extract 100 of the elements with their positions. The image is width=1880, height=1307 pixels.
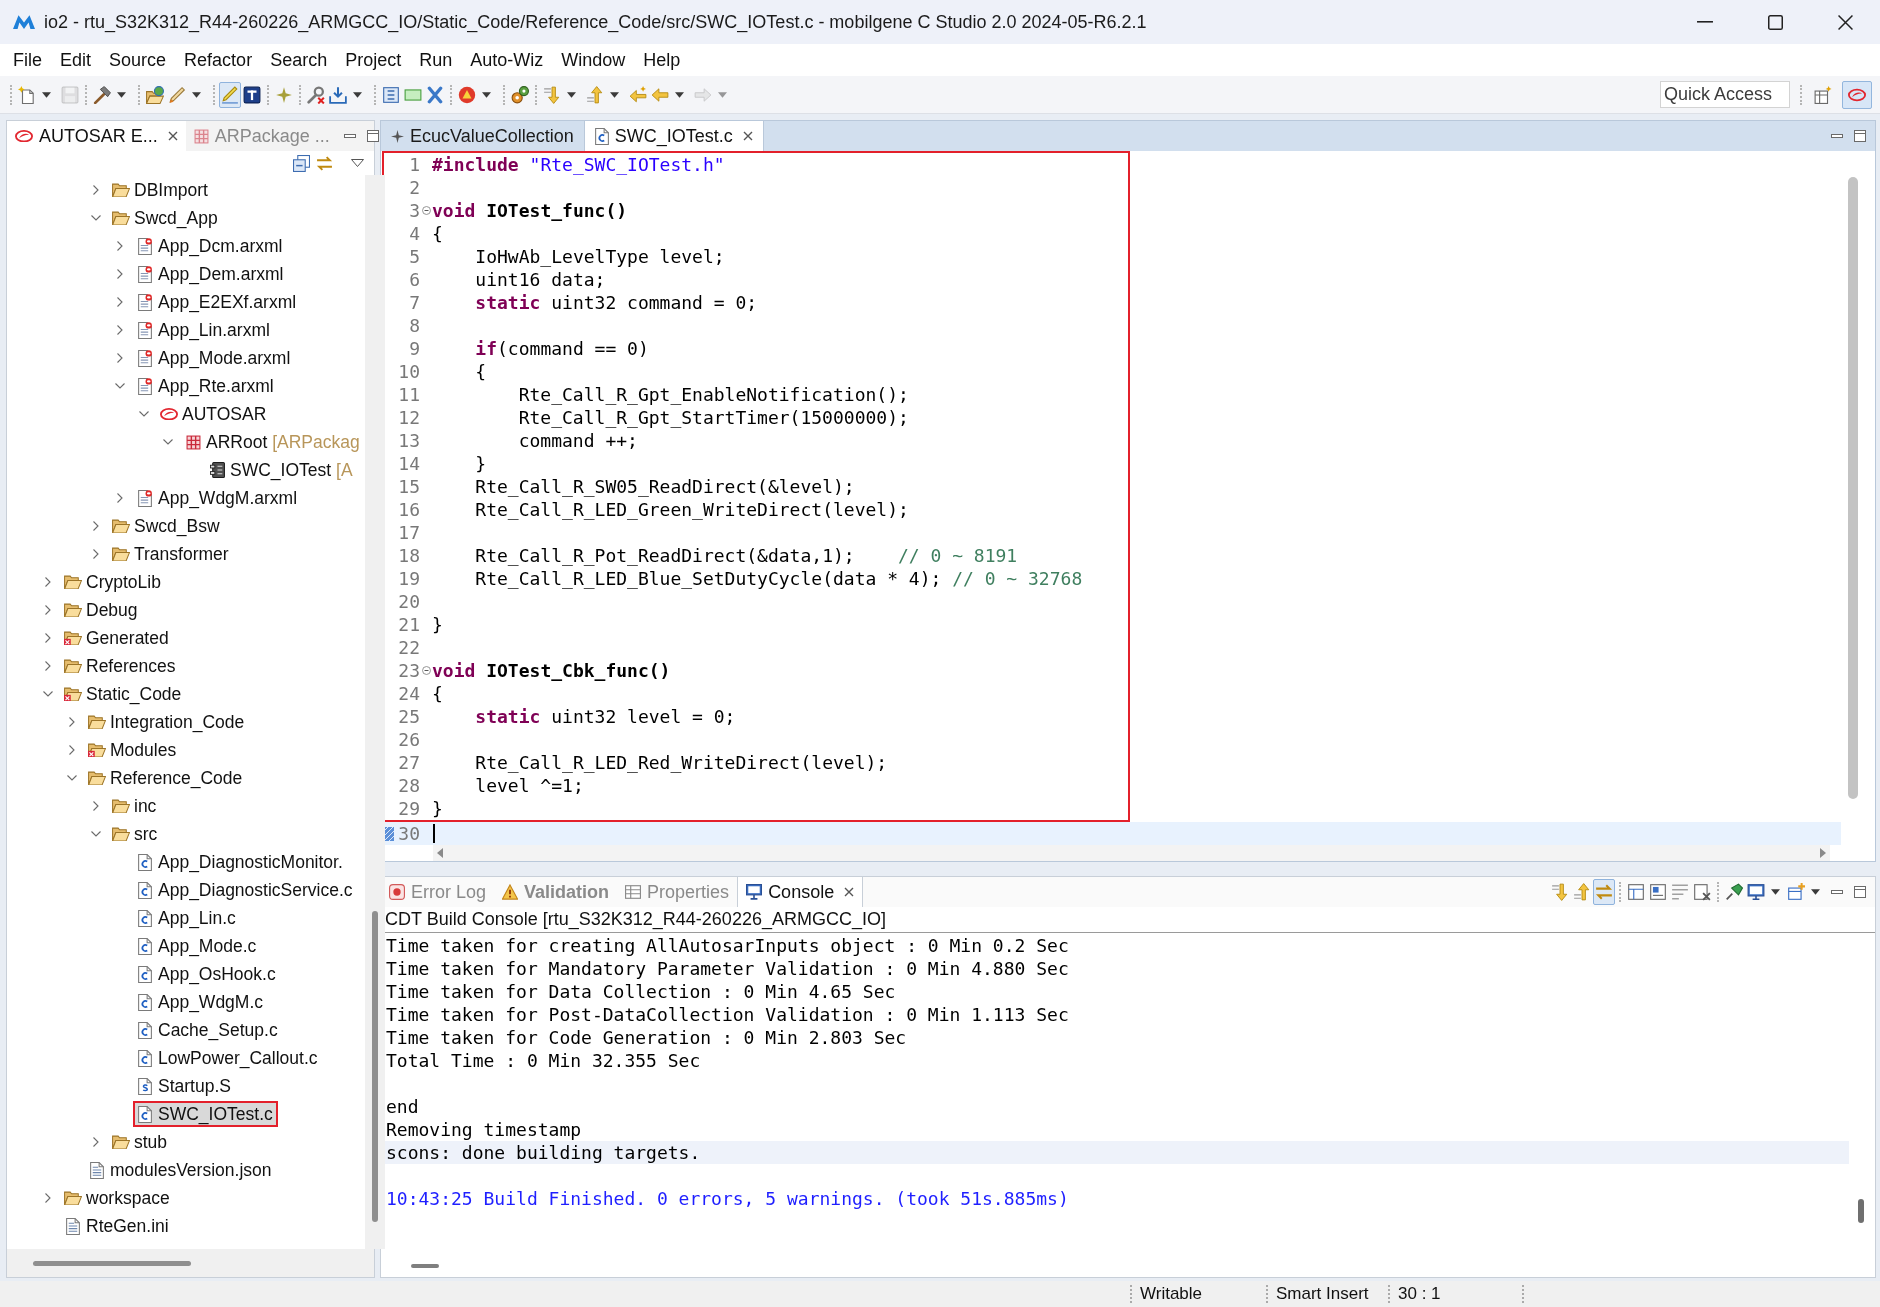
tree-item[interactable]: Cache_Setup.c	[133, 1017, 283, 1043]
collapse-icon[interactable]	[421, 666, 431, 675]
chevron-right-icon[interactable]	[117, 325, 123, 335]
tree-item[interactable]: Static_Code	[61, 681, 187, 707]
tree-item[interactable]: App_Lin.arxml	[133, 317, 275, 343]
tree-item[interactable]: AUTOSAR	[157, 401, 272, 427]
tree-item[interactable]: LowPower_Callout.c	[133, 1045, 323, 1071]
chevron-right-icon[interactable]	[117, 353, 123, 363]
chevron-down-icon[interactable]	[67, 775, 77, 781]
chevron-right-icon[interactable]	[69, 745, 75, 755]
chevron-down-icon[interactable]	[91, 831, 101, 837]
maximize-icon[interactable]	[1767, 14, 1783, 30]
chevron-right-icon[interactable]	[117, 241, 123, 251]
minimize-icon[interactable]	[1831, 134, 1843, 138]
tree-item[interactable]: Swcd_Bsw	[109, 513, 225, 539]
quick-access-field[interactable]: Quick Access	[1660, 81, 1790, 108]
tree-item[interactable]: CryptoLib	[61, 569, 166, 595]
chevron-right-icon[interactable]	[45, 661, 51, 671]
chevron-right-icon[interactable]	[69, 717, 75, 727]
tree-item[interactable]: Swcd_App	[109, 205, 223, 231]
minimize-icon[interactable]	[1831, 890, 1843, 894]
tree-item[interactable]: App_E2EXf.arxml	[133, 289, 302, 315]
menu-item[interactable]: Project	[336, 49, 411, 71]
tree-item[interactable]: References	[61, 653, 181, 679]
tree-item[interactable]: src	[109, 821, 163, 847]
tree-item[interactable]: Modules	[85, 737, 182, 763]
menu-item[interactable]: Edit	[51, 49, 101, 71]
chevron-right-icon[interactable]	[45, 633, 51, 643]
scrollbar-thumb[interactable]	[1858, 1199, 1864, 1223]
scrollbar-thumb[interactable]	[33, 1261, 191, 1266]
horizontal-scrollbar[interactable]	[433, 845, 1830, 861]
chevron-down-icon[interactable]	[115, 383, 125, 389]
minimize-icon[interactable]	[343, 134, 356, 138]
view-menu-icon[interactable]	[351, 159, 364, 167]
chevron-right-icon[interactable]	[93, 521, 99, 531]
tree-item[interactable]: ARRoot [ARPackag	[181, 429, 365, 455]
tree-item[interactable]: stub	[109, 1129, 173, 1155]
chevron-right-icon[interactable]	[117, 269, 123, 279]
close-icon[interactable]	[167, 131, 178, 141]
tree-item[interactable]: App_Dcm.arxml	[133, 233, 288, 259]
editor-tab[interactable]: EcucValueCollection	[381, 121, 584, 151]
tree-item[interactable]: Integration_Code	[85, 709, 250, 735]
scroll-left-icon[interactable]	[437, 848, 443, 858]
chevron-down-icon[interactable]	[139, 411, 149, 417]
scrollbar-thumb[interactable]	[411, 1264, 439, 1268]
menu-item[interactable]: Search	[261, 49, 337, 71]
panel-tab[interactable]: Console	[737, 877, 864, 907]
menu-item[interactable]: Window	[552, 49, 635, 71]
perspective-button[interactable]	[1842, 80, 1872, 109]
tree-item[interactable]: RteGen.ini	[61, 1213, 174, 1239]
scrollbar-thumb[interactable]	[1848, 177, 1858, 799]
chevron-right-icon[interactable]	[93, 801, 99, 811]
tree-item[interactable]: App_Mode.arxml	[133, 345, 296, 371]
chevron-right-icon[interactable]	[93, 185, 99, 195]
editor-tab[interactable]: SWC_IOTest.c	[583, 121, 764, 151]
menu-item[interactable]: Source	[100, 49, 176, 71]
chevron-right-icon[interactable]	[93, 549, 99, 559]
menu-item[interactable]: Help	[634, 49, 690, 71]
chevron-down-icon[interactable]	[91, 215, 101, 221]
tree-item[interactable]: Debug	[61, 597, 143, 623]
link-arrows-icon[interactable]	[316, 154, 333, 172]
tree-item[interactable]: workspace	[61, 1185, 175, 1211]
tree-item[interactable]: App_DiagnosticService.c	[133, 877, 358, 903]
collapse-icon[interactable]	[421, 206, 431, 215]
tree-item[interactable]: Reference_Code	[85, 765, 248, 791]
tree-item[interactable]: App_Dem.arxml	[133, 261, 289, 287]
tree-item[interactable]: Generated	[61, 625, 174, 651]
close-icon[interactable]	[844, 887, 855, 897]
tree-item[interactable]: App_OsHook.c	[133, 961, 281, 987]
menu-item[interactable]: Refactor	[175, 49, 262, 71]
panel-tab[interactable]: AUTOSAR E...	[7, 121, 186, 151]
tree-item[interactable]: Transformer	[109, 541, 234, 567]
collapse-all-icon[interactable]	[293, 154, 310, 172]
chevron-down-icon[interactable]	[163, 439, 173, 445]
tree-item[interactable]: Startup.S	[133, 1073, 236, 1099]
tree-item[interactable]: App_DiagnosticMonitor.	[133, 849, 348, 875]
tree-item[interactable]: SWC_IOTest.c	[133, 1101, 278, 1127]
menu-item[interactable]: File	[4, 49, 51, 71]
tree-item[interactable]: App_Rte.arxml	[133, 373, 279, 399]
chevron-right-icon[interactable]	[93, 1137, 99, 1147]
chevron-right-icon[interactable]	[45, 1193, 51, 1203]
tree-item[interactable]: App_Lin.c	[133, 905, 241, 931]
tree-item[interactable]: App_WdgM.arxml	[133, 485, 303, 511]
tree-item[interactable]: App_WdgM.c	[133, 989, 269, 1015]
tree-item[interactable]: DBImport	[109, 177, 213, 203]
tree-item[interactable]: App_Mode.c	[133, 933, 262, 959]
tree-item[interactable]: SWC_IOTest [A	[205, 457, 358, 483]
close-icon[interactable]	[1837, 14, 1853, 30]
chevron-right-icon[interactable]	[45, 605, 51, 615]
menu-item[interactable]: Auto-Wiz	[461, 49, 553, 71]
close-icon[interactable]	[742, 131, 753, 141]
minimize-icon[interactable]	[1697, 21, 1713, 23]
scrollbar-thumb[interactable]	[371, 910, 378, 1223]
chevron-right-icon[interactable]	[117, 493, 123, 503]
chevron-right-icon[interactable]	[117, 297, 123, 307]
tree-item[interactable]: inc	[109, 793, 162, 819]
chevron-down-icon[interactable]	[43, 691, 53, 697]
tree-item[interactable]: modulesVersion.json	[85, 1157, 277, 1183]
menu-item[interactable]: Run	[410, 49, 462, 71]
scroll-right-icon[interactable]	[1820, 848, 1826, 858]
